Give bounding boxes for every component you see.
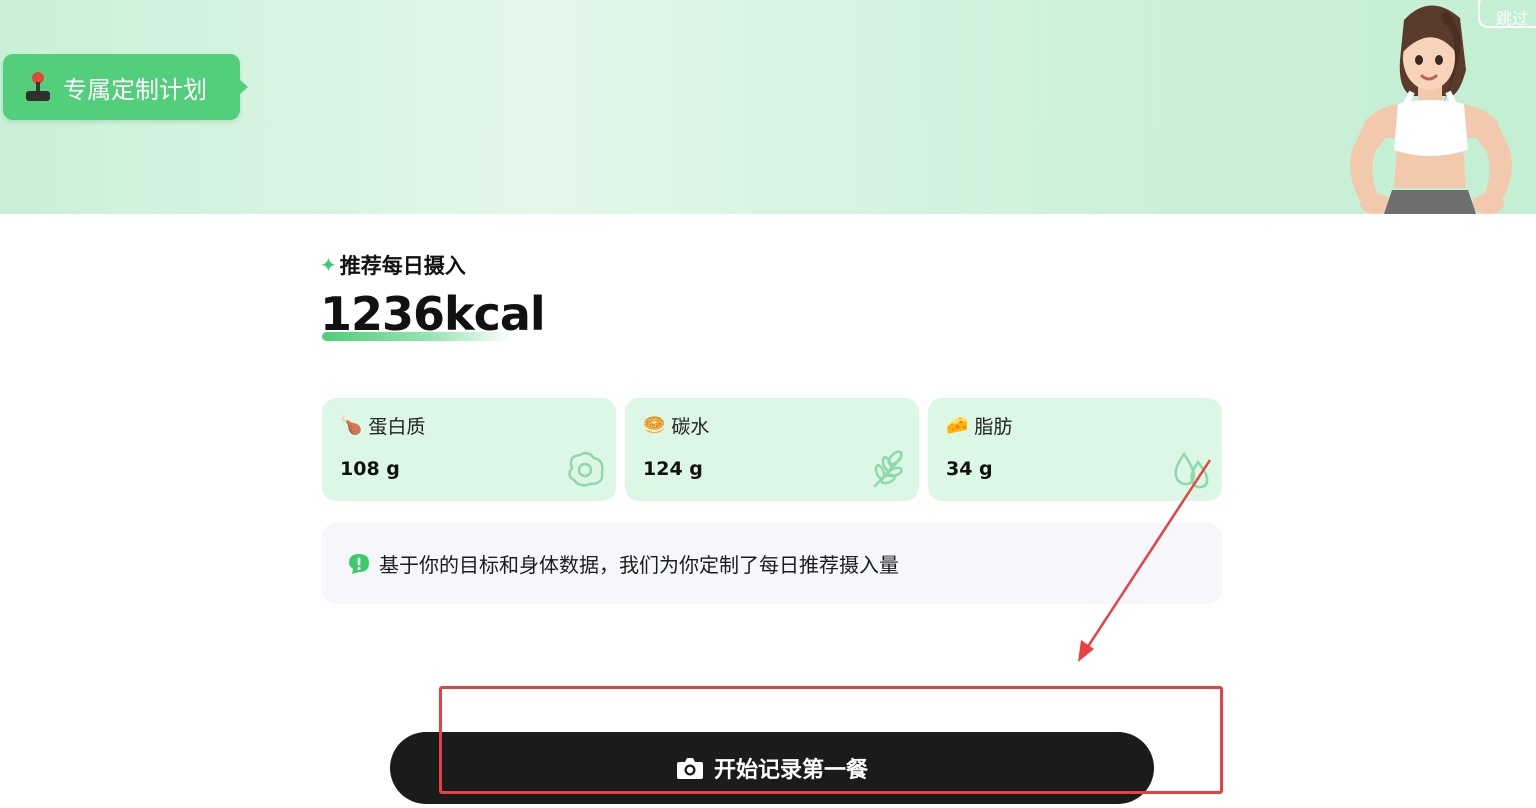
macro-card-fat: 🧀 脂肪 34 g [928, 398, 1222, 501]
notice-text: 基于你的目标和身体数据，我们为你定制了每日推荐摄入量 [379, 553, 899, 577]
camera-icon [676, 758, 703, 779]
macro-label: 🥯 碳水 [643, 412, 709, 439]
start-logging-label: 开始记录第一餐 [713, 758, 868, 783]
bagel-icon: 🥯 [643, 415, 666, 436]
calorie-display: 1236kcal [320, 284, 546, 344]
droplet-icon [1174, 451, 1209, 489]
fitness-woman-avatar [1350, 5, 1512, 214]
exclamation-bubble-icon [349, 553, 369, 574]
page: 跳过 专属定制计划 ✦ 推荐每日摄入 1236kcal 🍗 蛋白质 108 g … [0, 0, 1536, 808]
macro-value-fat: 34 g [946, 458, 993, 480]
macro-card-carbs: 🥯 碳水 124 g [625, 398, 919, 501]
macro-name-protein: 蛋白质 [368, 416, 426, 438]
drumstick-icon: 🍗 [340, 415, 363, 436]
recommended-intake-label: 推荐每日摄入 [339, 254, 466, 278]
plan-tag: 专属定制计划 [3, 54, 248, 120]
sparkle-icon: ✦ [320, 253, 337, 277]
macro-value-protein: 108 g [340, 458, 400, 480]
cheese-icon: 🧀 [946, 415, 969, 436]
notice-banner: 基于你的目标和身体数据，我们为你定制了每日推荐摄入量 [322, 523, 1222, 604]
wheat-icon [873, 450, 903, 488]
start-logging-button[interactable]: 开始记录第一餐 [390, 732, 1154, 804]
macro-card-protein: 🍗 蛋白质 108 g [322, 398, 616, 501]
macro-value-carbs: 124 g [643, 458, 703, 480]
egg-icon [568, 451, 604, 487]
macro-label: 🧀 脂肪 [946, 412, 1012, 439]
macro-label: 🍗 蛋白质 [340, 412, 425, 439]
calorie-value: 1236kcal [320, 287, 546, 341]
macro-name-fat: 脂肪 [974, 416, 1013, 438]
macro-name-carbs: 碳水 [671, 416, 710, 438]
recommended-intake-title: ✦ 推荐每日摄入 [320, 250, 466, 280]
plan-tag-label: 专属定制计划 [63, 75, 207, 104]
joystick-icon [25, 72, 51, 102]
